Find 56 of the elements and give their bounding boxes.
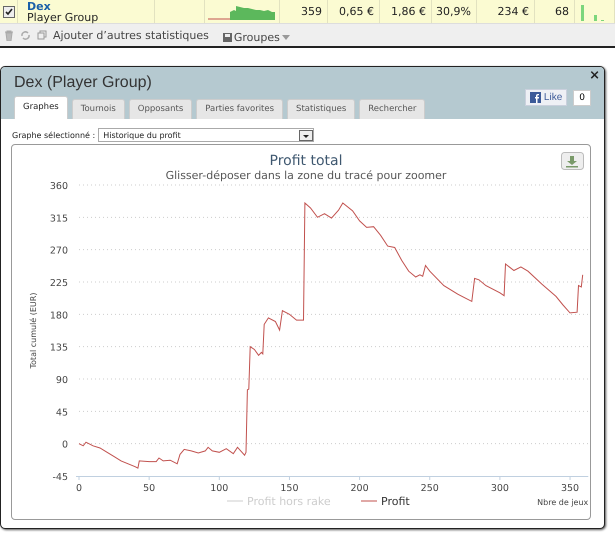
y-tick-label: 0 [62,440,68,451]
tab[interactable]: Parties favorites [196,99,284,119]
y-tick-label: 270 [50,246,68,257]
player-name[interactable]: Dex [27,0,51,12]
stat-value: 68 [555,5,569,18]
sparkline-drawing [208,4,276,20]
caret-icon [282,34,290,40]
chart-title: Profit total [270,153,342,169]
trash-icon[interactable] [4,30,14,40]
close-button[interactable]: × [589,68,600,83]
y-tick-label: 90 [56,375,68,386]
legend-label: Profit [381,495,410,508]
x-tick-label: 100 [210,483,228,494]
stat-value: 30,9% [436,5,471,18]
facebook-logo-icon [530,92,541,103]
tab[interactable]: Tournois [72,99,125,119]
groups-dropdown[interactable]: Groupes [222,30,290,44]
y-tick-label: 135 [50,342,68,354]
x-tick-label: 150 [280,483,299,494]
legend-item[interactable]: Profit [360,495,410,508]
y-axis-title: Total cumulé (EUR) [29,292,38,368]
add-statistics-link[interactable]: Ajouter d’autres statistiques [53,28,209,42]
graph-select-label: Graphe sélectionné : [12,130,96,140]
tab[interactable]: Rechercher [359,99,426,119]
y-tick-label: 360 [50,181,68,192]
stat-value: 1,86 € [391,5,426,18]
x-tick-label: 250 [420,483,439,494]
like-button[interactable]: Like [524,89,568,106]
x-axis-title: Nbre de jeux [537,498,588,507]
save-icon [222,32,232,42]
download-button[interactable] [561,152,584,170]
stat-value: 359 [301,5,322,18]
like-count: 0 [573,90,591,106]
tab[interactable]: Graphes [14,96,68,119]
graph-select-dropdown[interactable]: Historique du profit [98,128,314,142]
tab[interactable]: Statistiques [287,99,356,119]
caret-icon [299,130,314,140]
checkbox[interactable] [2,6,14,18]
dialog-title: Dex (Player Group) [14,74,152,92]
y-tick-label: 180 [50,310,68,322]
y-tick-label: 45 [56,407,68,418]
stat-value: 234 € [498,5,529,18]
x-tick-label: 50 [143,483,156,494]
refresh-icon[interactable] [20,30,31,40]
y-tick-label: -45 [52,472,68,483]
copy-icon[interactable] [37,30,47,40]
y-tick-label: 225 [50,278,68,289]
x-tick-label: 350 [560,483,580,494]
chart-subtitle: Glisser-déposer dans la zone du tracé pour zoomer [166,169,446,182]
y-tick-label: 315 [50,213,68,224]
player-group: Player Group [27,12,98,22]
x-tick-label: 0 [76,483,82,494]
x-tick-label: 200 [350,483,369,494]
x-tick-label: 300 [490,483,509,494]
stat-value: 0,65 € [339,5,374,18]
tab[interactable]: Opposants [128,99,192,119]
